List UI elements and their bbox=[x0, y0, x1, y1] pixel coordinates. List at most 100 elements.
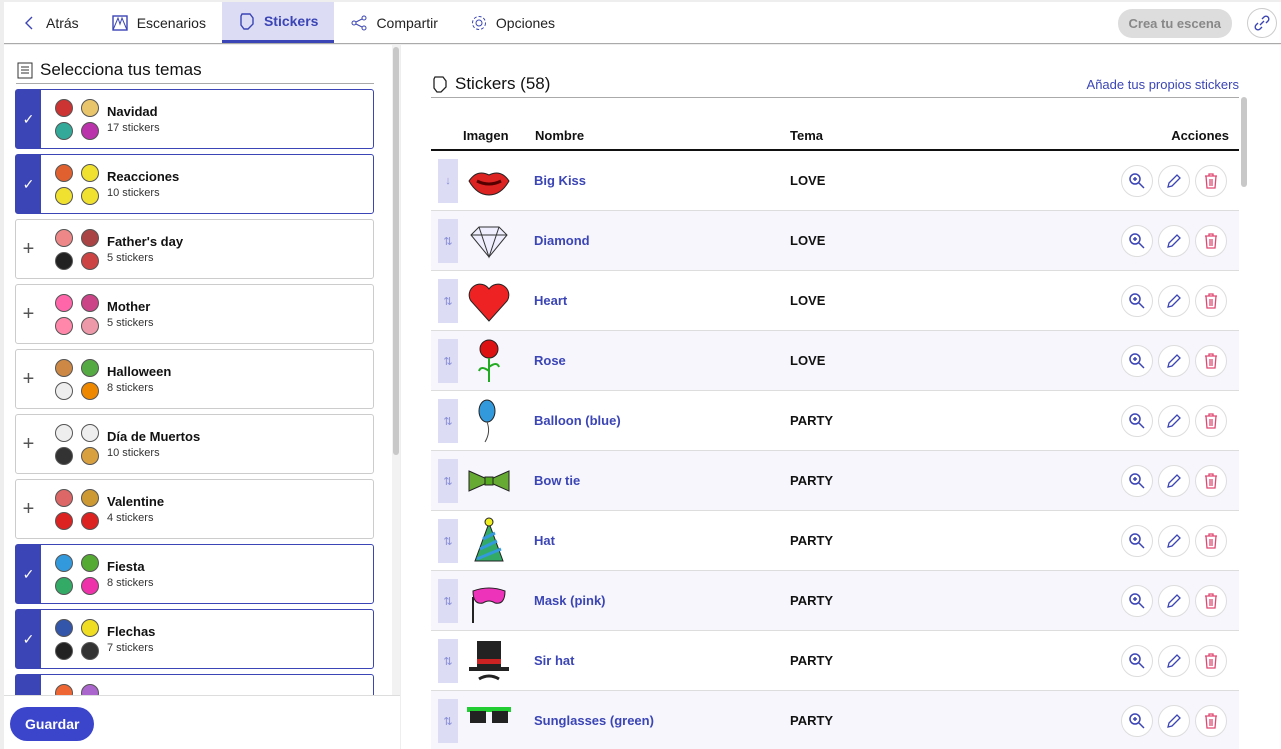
table-row: ⇅ Rose LOVE bbox=[431, 331, 1239, 391]
delete-button[interactable] bbox=[1195, 225, 1227, 257]
trash-icon bbox=[1205, 413, 1217, 429]
theme-count: 17 stickers bbox=[107, 122, 160, 134]
zoom-button[interactable] bbox=[1121, 465, 1153, 497]
check-icon[interactable]: ✓ bbox=[16, 90, 41, 148]
drag-handle-icon[interactable]: ⇅ bbox=[438, 639, 458, 683]
delete-button[interactable] bbox=[1195, 405, 1227, 437]
drag-handle-icon[interactable]: ⇅ bbox=[438, 519, 458, 563]
trash-icon bbox=[1205, 353, 1217, 369]
plus-icon[interactable]: + bbox=[16, 285, 41, 343]
check-icon[interactable]: ✓ bbox=[16, 545, 41, 603]
sticker-name-link[interactable]: Bow tie bbox=[534, 473, 580, 488]
arrow-down-icon[interactable]: ↓ bbox=[438, 159, 458, 203]
theme-item[interactable]: ✓ Navidad 17 stickers bbox=[15, 89, 374, 149]
tab-compartir[interactable]: Compartir bbox=[334, 2, 453, 43]
edit-button[interactable] bbox=[1158, 285, 1190, 317]
check-icon[interactable]: ✓ bbox=[16, 155, 41, 213]
scene-icon bbox=[111, 14, 128, 31]
edit-button[interactable] bbox=[1158, 705, 1190, 737]
delete-button[interactable] bbox=[1195, 345, 1227, 377]
trash-icon bbox=[1205, 533, 1217, 549]
delete-button[interactable] bbox=[1195, 645, 1227, 677]
tab-escenarios[interactable]: Escenarios bbox=[95, 2, 222, 43]
theme-item[interactable]: ✓ Expresiones bbox=[15, 674, 374, 695]
zoom-button[interactable] bbox=[1121, 345, 1153, 377]
link-button[interactable] bbox=[1247, 8, 1277, 38]
theme-item[interactable]: ✓ Reacciones 10 stickers bbox=[15, 154, 374, 214]
zoom-button[interactable] bbox=[1121, 645, 1153, 677]
sticker-theme: PARTY bbox=[790, 653, 834, 668]
drag-handle-icon[interactable]: ⇅ bbox=[438, 339, 458, 383]
pencil-icon bbox=[1167, 354, 1181, 368]
theme-item[interactable]: + Father's day 5 stickers bbox=[15, 219, 374, 279]
edit-button[interactable] bbox=[1158, 585, 1190, 617]
drag-handle-icon[interactable]: ⇅ bbox=[438, 279, 458, 323]
zoom-in-icon bbox=[1129, 233, 1145, 249]
sticker-name-link[interactable]: Sunglasses (green) bbox=[534, 713, 654, 728]
edit-button[interactable] bbox=[1158, 225, 1190, 257]
stickers-scrollbar[interactable] bbox=[1241, 97, 1249, 727]
theme-item[interactable]: ✓ Flechas 7 stickers bbox=[15, 609, 374, 669]
edit-button[interactable] bbox=[1158, 645, 1190, 677]
stickers-table: ↓ Big Kiss LOVE ⇅ Diamond LOVE ⇅ Heart L… bbox=[431, 151, 1239, 749]
drag-handle-icon[interactable]: ⇅ bbox=[438, 459, 458, 503]
stickers-panel: Stickers (58) Añade tus propios stickers… bbox=[401, 45, 1281, 749]
plus-icon[interactable]: + bbox=[16, 480, 41, 538]
theme-item[interactable]: + Halloween 8 stickers bbox=[15, 349, 374, 409]
delete-button[interactable] bbox=[1195, 585, 1227, 617]
sticker-name-link[interactable]: Hat bbox=[534, 533, 555, 548]
plus-icon[interactable]: + bbox=[16, 415, 41, 473]
check-icon[interactable]: ✓ bbox=[16, 675, 41, 695]
check-icon[interactable]: ✓ bbox=[16, 610, 41, 668]
delete-button[interactable] bbox=[1195, 165, 1227, 197]
zoom-button[interactable] bbox=[1121, 405, 1153, 437]
drag-handle-icon[interactable]: ⇅ bbox=[438, 579, 458, 623]
sticker-name-link[interactable]: Diamond bbox=[534, 233, 590, 248]
delete-button[interactable] bbox=[1195, 525, 1227, 557]
sticker-name-link[interactable]: Sir hat bbox=[534, 653, 574, 668]
theme-item[interactable]: + Mother 5 stickers bbox=[15, 284, 374, 344]
delete-button[interactable] bbox=[1195, 465, 1227, 497]
theme-name: Fiesta bbox=[107, 559, 145, 574]
tab-opciones[interactable]: Opciones bbox=[454, 2, 571, 43]
tab-atras[interactable]: Atrás bbox=[4, 2, 95, 43]
theme-item[interactable]: + Valentine 4 stickers bbox=[15, 479, 374, 539]
zoom-button[interactable] bbox=[1121, 585, 1153, 617]
plus-icon[interactable]: + bbox=[16, 220, 41, 278]
theme-item[interactable]: ✓ Fiesta 8 stickers bbox=[15, 544, 374, 604]
tab-stickers[interactable]: Stickers bbox=[221, 2, 335, 43]
delete-button[interactable] bbox=[1195, 705, 1227, 737]
create-scene-button[interactable]: Crea tu escena bbox=[1117, 9, 1232, 38]
sticker-name-link[interactable]: Balloon (blue) bbox=[534, 413, 621, 428]
table-row: ↓ Big Kiss LOVE bbox=[431, 151, 1239, 211]
zoom-button[interactable] bbox=[1121, 705, 1153, 737]
edit-button[interactable] bbox=[1158, 465, 1190, 497]
drag-handle-icon[interactable]: ⇅ bbox=[438, 399, 458, 443]
add-own-stickers-link[interactable]: Añade tus propios stickers bbox=[1087, 77, 1239, 92]
drag-handle-icon[interactable]: ⇅ bbox=[438, 219, 458, 263]
edit-button[interactable] bbox=[1158, 345, 1190, 377]
save-button[interactable]: Guardar bbox=[10, 707, 95, 741]
zoom-button[interactable] bbox=[1121, 225, 1153, 257]
edit-button[interactable] bbox=[1158, 165, 1190, 197]
sticker-name-link[interactable]: Big Kiss bbox=[534, 173, 586, 188]
plus-icon[interactable]: + bbox=[16, 350, 41, 408]
themes-scrollbar[interactable] bbox=[392, 45, 400, 695]
edit-button[interactable] bbox=[1158, 405, 1190, 437]
delete-button[interactable] bbox=[1195, 285, 1227, 317]
theme-name: Flechas bbox=[107, 624, 156, 639]
theme-name: Reacciones bbox=[107, 169, 180, 184]
theme-item[interactable]: + Día de Muertos 10 stickers bbox=[15, 414, 374, 474]
sticker-name-link[interactable]: Mask (pink) bbox=[534, 593, 606, 608]
zoom-button[interactable] bbox=[1121, 525, 1153, 557]
zoom-in-icon bbox=[1129, 593, 1145, 609]
pencil-icon bbox=[1167, 474, 1181, 488]
zoom-button[interactable] bbox=[1121, 165, 1153, 197]
theme-name: Día de Muertos bbox=[107, 429, 201, 444]
zoom-button[interactable] bbox=[1121, 285, 1153, 317]
drag-handle-icon[interactable]: ⇅ bbox=[438, 699, 458, 743]
col-image: Imagen bbox=[463, 128, 509, 143]
edit-button[interactable] bbox=[1158, 525, 1190, 557]
sticker-name-link[interactable]: Heart bbox=[534, 293, 567, 308]
sticker-name-link[interactable]: Rose bbox=[534, 353, 566, 368]
